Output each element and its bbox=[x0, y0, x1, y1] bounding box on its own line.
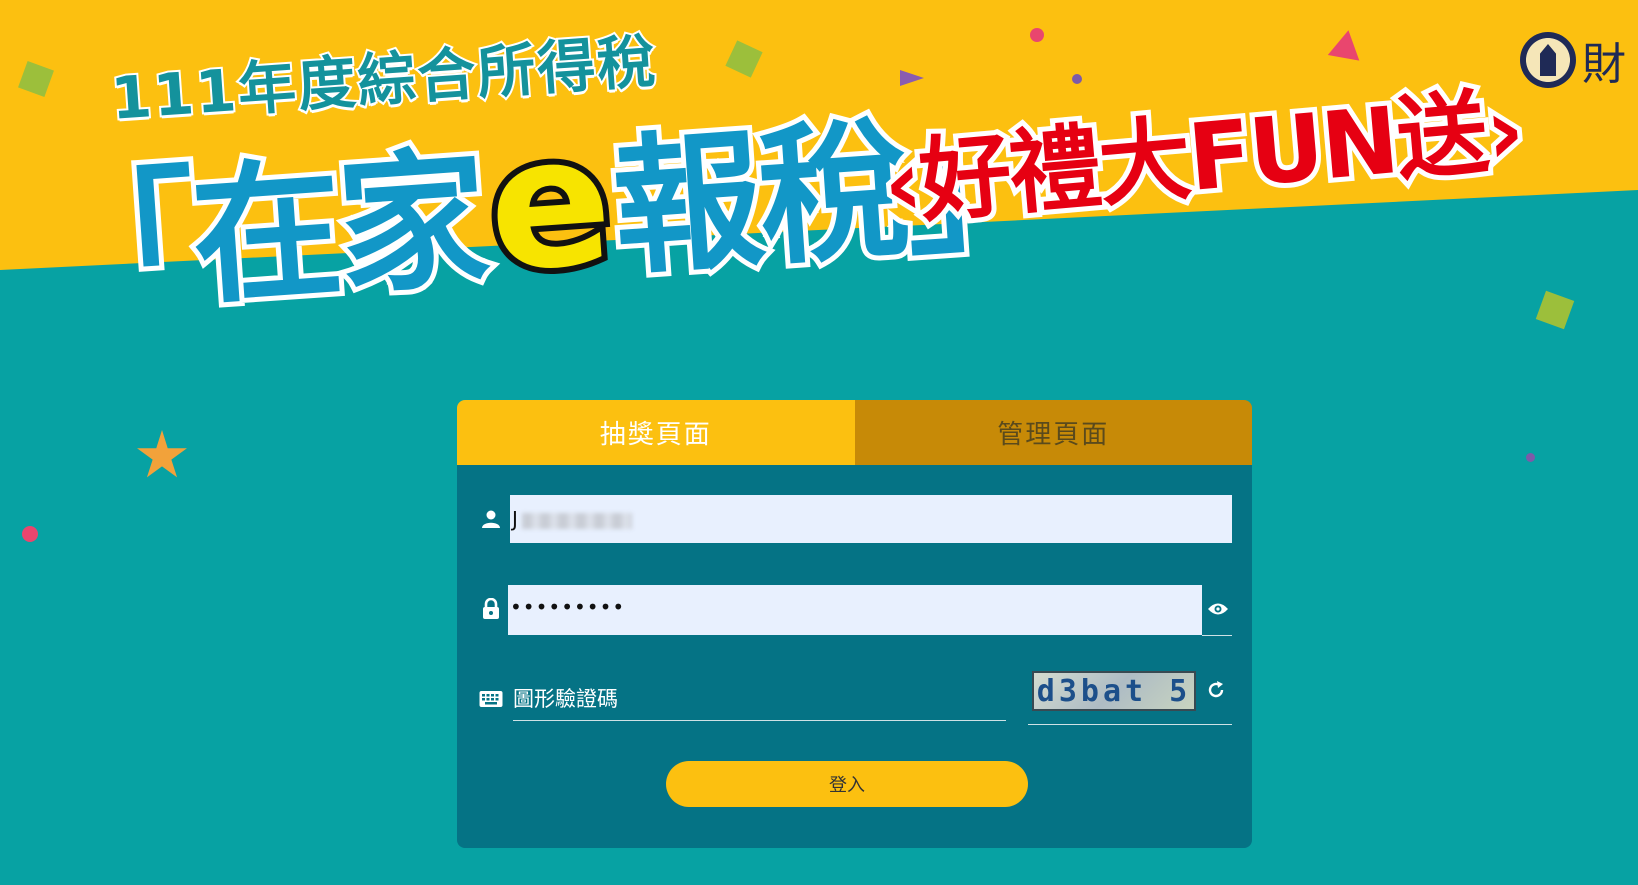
confetti-dot bbox=[1526, 453, 1535, 462]
confetti-dot bbox=[1030, 28, 1044, 42]
refresh-icon[interactable] bbox=[1204, 678, 1228, 702]
lock-icon bbox=[479, 597, 503, 621]
username-value: J bbox=[512, 507, 518, 531]
captcha-underline bbox=[513, 720, 1006, 721]
password-underline bbox=[1202, 635, 1232, 636]
logo-text: 財 bbox=[1582, 39, 1626, 90]
confetti-triangle bbox=[1327, 27, 1365, 61]
login-panel: 抽獎頁面 管理頁面 J ••••••••• 圖形驗證碼 d3bat 5 登入 bbox=[457, 400, 1252, 848]
captcha-image: d3bat 5 bbox=[1032, 671, 1196, 711]
captcha-row: 圖形驗證碼 d3bat 5 bbox=[479, 671, 1232, 733]
tab-lottery[interactable]: 抽獎頁面 bbox=[457, 400, 855, 465]
password-row: ••••••••• bbox=[479, 585, 1232, 637]
password-input[interactable]: ••••••••• bbox=[508, 585, 1202, 635]
headline-main-prefix: 「在家 bbox=[36, 127, 495, 341]
ministry-emblem-icon bbox=[1520, 32, 1576, 88]
star-confetti bbox=[137, 430, 187, 478]
ministry-logo: 財 bbox=[1520, 28, 1626, 92]
tab-admin[interactable]: 管理頁面 bbox=[854, 400, 1252, 465]
login-button[interactable]: 登入 bbox=[666, 761, 1028, 807]
confetti-dot bbox=[22, 526, 38, 542]
keyboard-icon bbox=[479, 687, 503, 711]
tab-bar: 抽獎頁面 管理頁面 bbox=[457, 400, 1252, 465]
confetti-dot bbox=[1072, 74, 1082, 84]
username-blurred bbox=[521, 512, 632, 529]
login-form: J ••••••••• 圖形驗證碼 d3bat 5 登入 bbox=[457, 465, 1252, 848]
eye-icon[interactable] bbox=[1206, 597, 1230, 621]
username-row: J bbox=[479, 495, 1232, 543]
username-input[interactable]: J bbox=[510, 495, 1232, 543]
user-icon bbox=[479, 507, 503, 531]
captcha-image-underline bbox=[1028, 724, 1232, 725]
confetti-triangle bbox=[900, 70, 924, 86]
captcha-input[interactable]: 圖形驗證碼 bbox=[513, 683, 618, 713]
confetti-square bbox=[1535, 290, 1575, 330]
headline-e-letter: e bbox=[476, 90, 620, 319]
